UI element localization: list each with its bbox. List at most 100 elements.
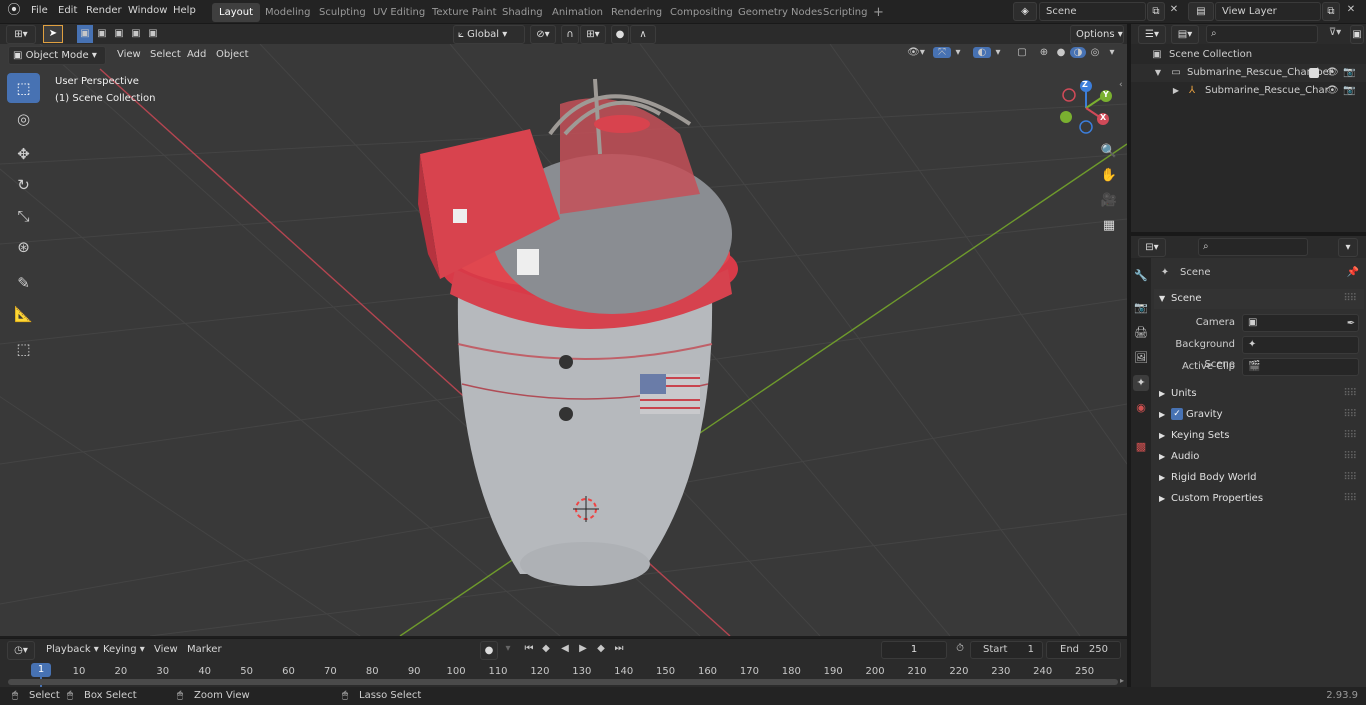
move-tool[interactable]: ✥ — [7, 139, 40, 169]
tab-compositing[interactable]: Compositing — [663, 3, 740, 22]
timeline-view-menu[interactable]: View — [148, 640, 184, 660]
outliner-row-object[interactable]: ▶ ⅄ Submarine_Rescue_Char 👁 📷 — [1131, 82, 1366, 100]
editor-type-button[interactable]: ⊞▾ — [6, 25, 36, 44]
gravity-grip-icon[interactable]: ⠿⠿ — [1343, 405, 1357, 425]
viewport-menu-view[interactable]: View — [111, 44, 147, 66]
properties-options-button[interactable]: ▾ — [1338, 238, 1358, 257]
proportional-edit-toggle[interactable]: ● — [611, 25, 629, 44]
select-mode-new-icon[interactable]: ▣ — [77, 25, 93, 43]
view-layer-browse-button[interactable]: ▤ — [1188, 2, 1214, 21]
display-mode-button[interactable]: ▤▾ — [1171, 25, 1199, 44]
object-eye-icon[interactable]: 👁 — [1326, 82, 1339, 100]
cursor-tool[interactable]: ◎ — [7, 104, 40, 134]
next-keyframe-icon[interactable]: ◆ — [594, 643, 608, 654]
annotate-tool[interactable]: ✎ — [7, 268, 40, 298]
playback-menu[interactable]: Playback ▾ — [40, 640, 105, 660]
camera-field[interactable]: ▣ — [1242, 314, 1359, 332]
tab-uv-editing[interactable]: UV Editing — [366, 3, 432, 22]
texture-tab-icon[interactable]: ▩ — [1133, 439, 1149, 455]
menu-edit[interactable]: Edit — [52, 0, 83, 24]
transform-orientation-dropdown[interactable]: ⟀ Global ▾ — [453, 25, 525, 44]
proportional-falloff-dropdown[interactable]: ∧ — [630, 25, 656, 44]
scene-tab-icon[interactable]: ✦ — [1133, 375, 1149, 391]
background-scene-field[interactable]: ✦ — [1242, 336, 1359, 354]
gizmo-dropdown-icon[interactable]: ▾ — [952, 47, 964, 58]
measure-tool[interactable]: 📐 — [7, 299, 40, 329]
gizmo-toggle-icon[interactable]: ⤧ — [933, 47, 951, 58]
play-icon[interactable]: ▶ — [576, 643, 590, 654]
jump-end-icon[interactable]: ⏭ — [612, 643, 626, 654]
scene-close-icon[interactable]: ✕ — [1167, 4, 1181, 15]
properties-search-input[interactable]: ⌕ — [1198, 238, 1308, 256]
blender-logo-icon[interactable]: ⦿ — [6, 3, 22, 19]
add-cube-tool[interactable]: ⬚ — [7, 334, 40, 364]
snap-toggle[interactable]: ∩ — [561, 25, 579, 44]
custom-properties-panel-header[interactable]: ▶ Custom Properties ⠿⠿ — [1154, 489, 1364, 509]
overlays-toggle-icon[interactable]: ◐ — [973, 47, 991, 58]
scene-name-field[interactable]: Scene — [1039, 2, 1146, 21]
timeline-scrollbar[interactable] — [8, 679, 1118, 685]
object-camera-icon[interactable]: 📷 — [1343, 82, 1355, 100]
timeline-scrollbar-end[interactable]: ▸ — [1120, 676, 1128, 686]
3d-viewport[interactable]: Z Y X User Perspective (1) Scene Collect… — [0, 44, 1127, 636]
viewport-menu-object[interactable]: Object — [210, 44, 255, 66]
marker-menu[interactable]: Marker — [181, 640, 228, 660]
auto-keying-toggle[interactable]: ● — [480, 641, 498, 660]
new-collection-icon[interactable]: ▣ — [1350, 25, 1364, 44]
preview-range-icon[interactable]: ⏱ — [953, 643, 967, 654]
options-dropdown[interactable]: Options ▾ — [1070, 25, 1124, 44]
render-tab-icon[interactable]: 📷 — [1133, 300, 1149, 316]
view-layer-field[interactable]: View Layer — [1215, 2, 1321, 21]
collection-include-checkbox[interactable] — [1309, 68, 1319, 78]
select-tool-icon[interactable]: ➤ — [43, 25, 63, 43]
scene-panel-grip-icon[interactable]: ⠿⠿ — [1343, 289, 1357, 309]
scene-new-icon[interactable]: ⧉ — [1147, 2, 1165, 21]
visibility-selectability-icon[interactable]: 👁▾ — [902, 47, 930, 58]
keying-sets-grip-icon[interactable]: ⠿⠿ — [1343, 426, 1357, 446]
shading-solid-icon[interactable]: ● — [1053, 47, 1069, 58]
jump-start-icon[interactable]: ⏮ — [522, 643, 536, 654]
world-tab-icon[interactable]: ◉ — [1133, 400, 1149, 416]
tab-geometry-nodes[interactable]: Geometry Nodes — [731, 3, 829, 22]
shading-material-icon[interactable]: ◑ — [1070, 47, 1086, 58]
camera-view-icon[interactable]: 🎥 — [1097, 189, 1121, 213]
select-box-tool[interactable]: ⬚ — [7, 73, 40, 103]
collection-expand-icon[interactable]: ▼ — [1153, 64, 1163, 82]
start-frame-field[interactable]: Start 1 — [970, 641, 1043, 659]
view-layer-new-icon[interactable]: ⧉ — [1322, 2, 1340, 21]
sidebar-toggle-icon[interactable]: ‹ — [1119, 80, 1123, 90]
rigid-body-world-panel-header[interactable]: ▶ Rigid Body World ⠿⠿ — [1154, 468, 1364, 488]
menu-help[interactable]: Help — [167, 0, 202, 24]
viewport-menu-add[interactable]: Add — [181, 44, 212, 66]
menu-render[interactable]: Render — [80, 0, 128, 24]
select-mode-subtract-icon[interactable]: ▣ — [111, 25, 127, 43]
keying-menu[interactable]: Keying ▾ — [97, 640, 151, 660]
play-reverse-icon[interactable]: ◀ — [558, 643, 572, 654]
tab-modeling[interactable]: Modeling — [258, 3, 318, 22]
tab-layout[interactable]: Layout — [212, 3, 260, 22]
pin-icon[interactable]: 📌 — [1346, 263, 1360, 283]
pan-hand-icon[interactable]: ✋ — [1097, 164, 1121, 188]
end-frame-field[interactable]: End 250 — [1046, 641, 1121, 659]
tab-sculpting[interactable]: Sculpting — [312, 3, 373, 22]
units-panel-header[interactable]: ▶ Units ⠿⠿ — [1154, 384, 1364, 404]
timeline-editor-type-button[interactable]: ◷▾ — [7, 641, 35, 660]
units-grip-icon[interactable]: ⠿⠿ — [1343, 384, 1357, 404]
zoom-icon[interactable]: 🔍 — [1097, 140, 1121, 164]
outliner-search-input[interactable]: ⌕ — [1206, 25, 1318, 43]
tab-texture-paint[interactable]: Texture Paint — [425, 3, 504, 22]
pivot-point-dropdown[interactable]: ⊘▾ — [530, 25, 556, 44]
prev-keyframe-icon[interactable]: ◆ — [539, 643, 553, 654]
keying-dropdown-icon[interactable]: ▾ — [502, 643, 514, 654]
shading-rendered-icon[interactable]: ◎ — [1087, 47, 1103, 58]
gravity-panel-header[interactable]: ▶ ✓ Gravity ⠿⠿ — [1154, 405, 1364, 425]
collection-eye-icon[interactable]: 👁 — [1326, 64, 1339, 82]
keying-sets-panel-header[interactable]: ▶ Keying Sets ⠿⠿ — [1154, 426, 1364, 446]
gravity-checkbox[interactable]: ✓ — [1171, 408, 1183, 420]
outliner-row-collection[interactable]: ▼ ▭ Submarine_Rescue_Chamber 👁 📷 — [1131, 64, 1366, 82]
add-workspace-button[interactable]: + — [866, 3, 891, 22]
tab-shading[interactable]: Shading — [495, 3, 550, 22]
scene-panel-header[interactable]: ▼ Scene ⠿⠿ — [1154, 289, 1364, 309]
current-frame-field[interactable]: 1 — [881, 641, 947, 659]
scale-tool[interactable]: ⤡ — [7, 201, 40, 231]
